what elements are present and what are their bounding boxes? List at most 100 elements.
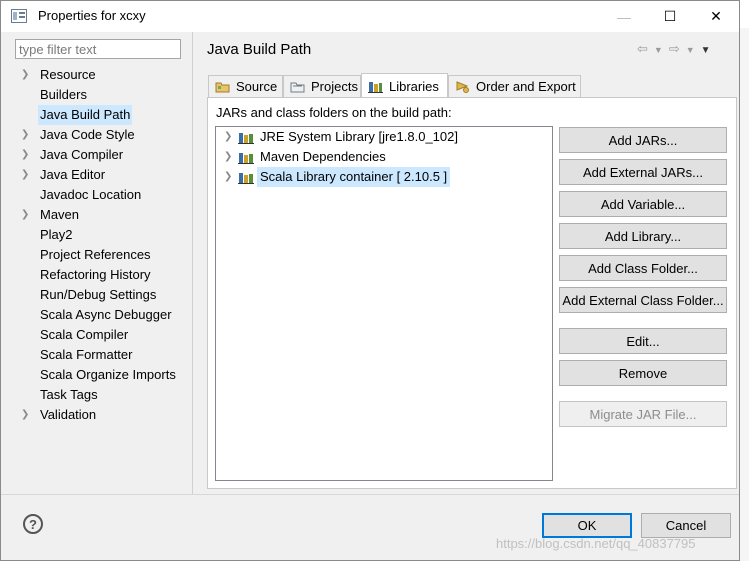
library-label: Maven Dependencies [260,149,386,164]
tree-item-java-code-style[interactable]: ❯ Java Code Style [15,125,191,145]
library-icon [238,153,254,164]
tree-item-label: Builders [40,87,87,102]
expand-arrow-icon[interactable]: ❯ [224,127,232,147]
tree-item-task-tags[interactable]: Task Tags [15,385,191,405]
tree-item-java-editor[interactable]: ❯ Java Editor [15,165,191,185]
ok-button[interactable]: OK [542,513,632,538]
back-arrow-icon[interactable]: ⇦ [637,41,648,57]
tree-item-label: Javadoc Location [40,187,142,202]
expand-arrow-icon[interactable]: ❯ [21,165,31,185]
add-external-class-folder-button[interactable]: Add External Class Folder... [559,287,727,313]
minimize-button[interactable]: — [601,1,647,32]
filter-input[interactable] [15,39,181,59]
tree-item-label: Run/Debug Settings [40,287,157,302]
tree-item-builders[interactable]: Builders [15,85,191,105]
migrate-jar-button: Migrate JAR File... [559,401,727,427]
tree-item-label: Scala Compiler [40,327,129,342]
source-folder-icon [215,82,230,93]
tree-item-run-debug-settings[interactable]: Run/Debug Settings [15,285,191,305]
close-icon: ✕ [710,8,722,24]
tab-projects[interactable]: Projects [283,75,361,97]
view-menu-icon[interactable]: ▼ [701,45,711,56]
expand-arrow-icon[interactable]: ❯ [21,205,31,225]
tree-item-javadoc-location[interactable]: Javadoc Location [15,185,191,205]
tree-item-scala-formatter[interactable]: Scala Formatter [15,345,191,365]
watermark-text: https://blog.csdn.net/qq_40837795 [496,536,696,551]
tree-item-play2[interactable]: Play2 [15,225,191,245]
expand-arrow-icon[interactable]: ❯ [21,145,31,165]
add-variable-button[interactable]: Add Variable... [559,191,727,217]
tree-item-label: Task Tags [40,387,98,402]
minimize-icon: — [617,8,631,25]
cancel-button[interactable]: Cancel [641,513,731,538]
tree-item-project-references[interactable]: Project References [15,245,191,265]
page-navigation: ⇦ ▼ ⇨ ▼ ▼ [637,41,717,57]
tree-item-label: Java Build Path [38,105,133,125]
library-item-jre-system[interactable]: ❯ JRE System Library [jre1.8.0_102] [216,127,546,147]
close-button[interactable]: ✕ [693,1,739,32]
tree-item-label: Validation [40,407,97,422]
order-export-icon [456,81,469,93]
tree-item-scala-organize-imports[interactable]: Scala Organize Imports [15,365,191,385]
library-label: Scala Library container [ 2.10.5 ] [257,167,451,187]
tree-item-label: Java Editor [40,167,106,182]
tree-item-label: Play2 [40,227,73,242]
tree-item-validation[interactable]: ❯ Validation [15,405,191,425]
expand-arrow-icon[interactable]: ❯ [21,405,31,425]
page-title: Java Build Path [207,41,312,58]
expand-arrow-icon[interactable]: ❯ [224,167,232,187]
tree-item-label: Resource [40,67,96,82]
tab-label: Projects [311,79,358,94]
add-external-jars-button[interactable]: Add External JARs... [559,159,727,185]
help-icon[interactable]: ? [23,514,43,534]
tree-item-maven[interactable]: ❯ Maven [15,205,191,225]
tab-label: Order and Export [476,79,576,94]
tab-libraries[interactable]: Libraries [361,73,448,98]
expand-arrow-icon[interactable]: ❯ [21,65,31,85]
add-library-button[interactable]: Add Library... [559,223,727,249]
maximize-icon: ☐ [663,8,677,24]
tree-item-label: Maven [40,207,80,222]
library-item-maven-dependencies[interactable]: ❯ Maven Dependencies [216,147,546,167]
tree-item-label: Scala Organize Imports [40,367,176,382]
expand-arrow-icon[interactable]: ❯ [21,125,31,145]
tree-item-java-build-path[interactable]: Java Build Path [15,105,191,125]
libraries-caption: JARs and class folders on the build path… [216,105,452,120]
libraries-list[interactable]: ❯ JRE System Library [jre1.8.0_102] ❯ Ma… [215,126,553,481]
add-class-folder-button[interactable]: Add Class Folder... [559,255,727,281]
tab-label: Libraries [389,78,439,94]
tree-item-scala-async-debugger[interactable]: Scala Async Debugger [15,305,191,325]
footer-divider [1,494,739,495]
panel-splitter[interactable] [192,32,193,494]
back-menu-chevron-icon[interactable]: ▼ [654,45,663,55]
library-label: JRE System Library [jre1.8.0_102] [260,129,458,144]
properties-dialog: Properties for xcxy — ☐ ✕ ❯ Resource Buil… [0,0,740,561]
tree-item-label: Java Compiler [40,147,124,162]
title-bar: Properties for xcxy — ☐ ✕ [1,1,739,32]
maximize-button[interactable]: ☐ [647,1,693,32]
remove-button[interactable]: Remove [559,360,727,386]
tree-item-label: Java Code Style [40,127,135,142]
tab-label: Source [236,79,278,94]
library-icon [238,133,254,144]
tab-source[interactable]: Source [208,75,283,97]
tree-item-java-compiler[interactable]: ❯ Java Compiler [15,145,191,165]
tree-item-resource[interactable]: ❯ Resource [15,65,191,85]
window-app-icon [11,9,27,23]
tab-order-and-export[interactable]: Order and Export [448,75,581,97]
tree-item-label: Refactoring History [40,267,151,282]
edit-button[interactable]: Edit... [559,328,727,354]
add-jars-button[interactable]: Add JARs... [559,127,727,153]
tree-item-refactoring-history[interactable]: Refactoring History [15,265,191,285]
projects-icon [290,82,305,93]
forward-menu-chevron-icon[interactable]: ▼ [686,45,695,55]
tree-item-label: Scala Async Debugger [40,307,172,322]
tree-item-label: Project References [40,247,151,262]
library-icon [238,173,254,184]
expand-arrow-icon[interactable]: ❯ [224,147,232,167]
window-title: Properties for xcxy [38,8,146,23]
library-item-scala-library-container[interactable]: ❯ Scala Library container [ 2.10.5 ] [216,167,546,187]
tree-item-label: Scala Formatter [40,347,133,362]
tree-item-scala-compiler[interactable]: Scala Compiler [15,325,191,345]
forward-arrow-icon[interactable]: ⇨ [669,41,680,57]
